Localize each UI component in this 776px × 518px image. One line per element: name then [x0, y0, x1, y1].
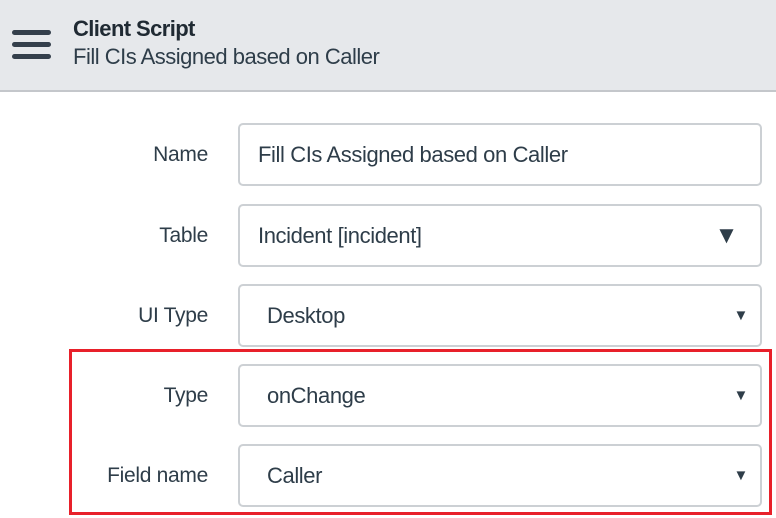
page-subtitle: Fill CIs Assigned based on Caller: [73, 44, 380, 69]
page-header: Client Script Fill CIs Assigned based on…: [0, 0, 776, 92]
name-value: Fill CIs Assigned based on Caller: [258, 142, 568, 167]
ui-type-select[interactable]: Desktop ▼: [238, 284, 762, 347]
table-value: Incident [incident]: [258, 223, 422, 248]
ui-type-row: UI Type Desktop ▼: [0, 284, 776, 347]
hamburger-icon[interactable]: [12, 30, 51, 60]
ui-type-value: Desktop: [267, 303, 345, 328]
page-title: Client Script: [73, 16, 195, 41]
table-select[interactable]: Incident [incident] ▼: [238, 204, 762, 267]
name-row: Name Fill CIs Assigned based on Caller: [0, 123, 776, 186]
dropdown-arrow-icon: ▼: [733, 307, 749, 324]
highlight-box: [69, 349, 772, 515]
name-label: Name: [153, 143, 208, 166]
dropdown-arrow-icon: ▼: [714, 222, 739, 249]
table-row: Table Incident [incident] ▼: [0, 204, 776, 267]
name-input[interactable]: Fill CIs Assigned based on Caller: [238, 123, 762, 186]
ui-type-label: UI Type: [138, 304, 208, 327]
table-label: Table: [159, 224, 208, 247]
